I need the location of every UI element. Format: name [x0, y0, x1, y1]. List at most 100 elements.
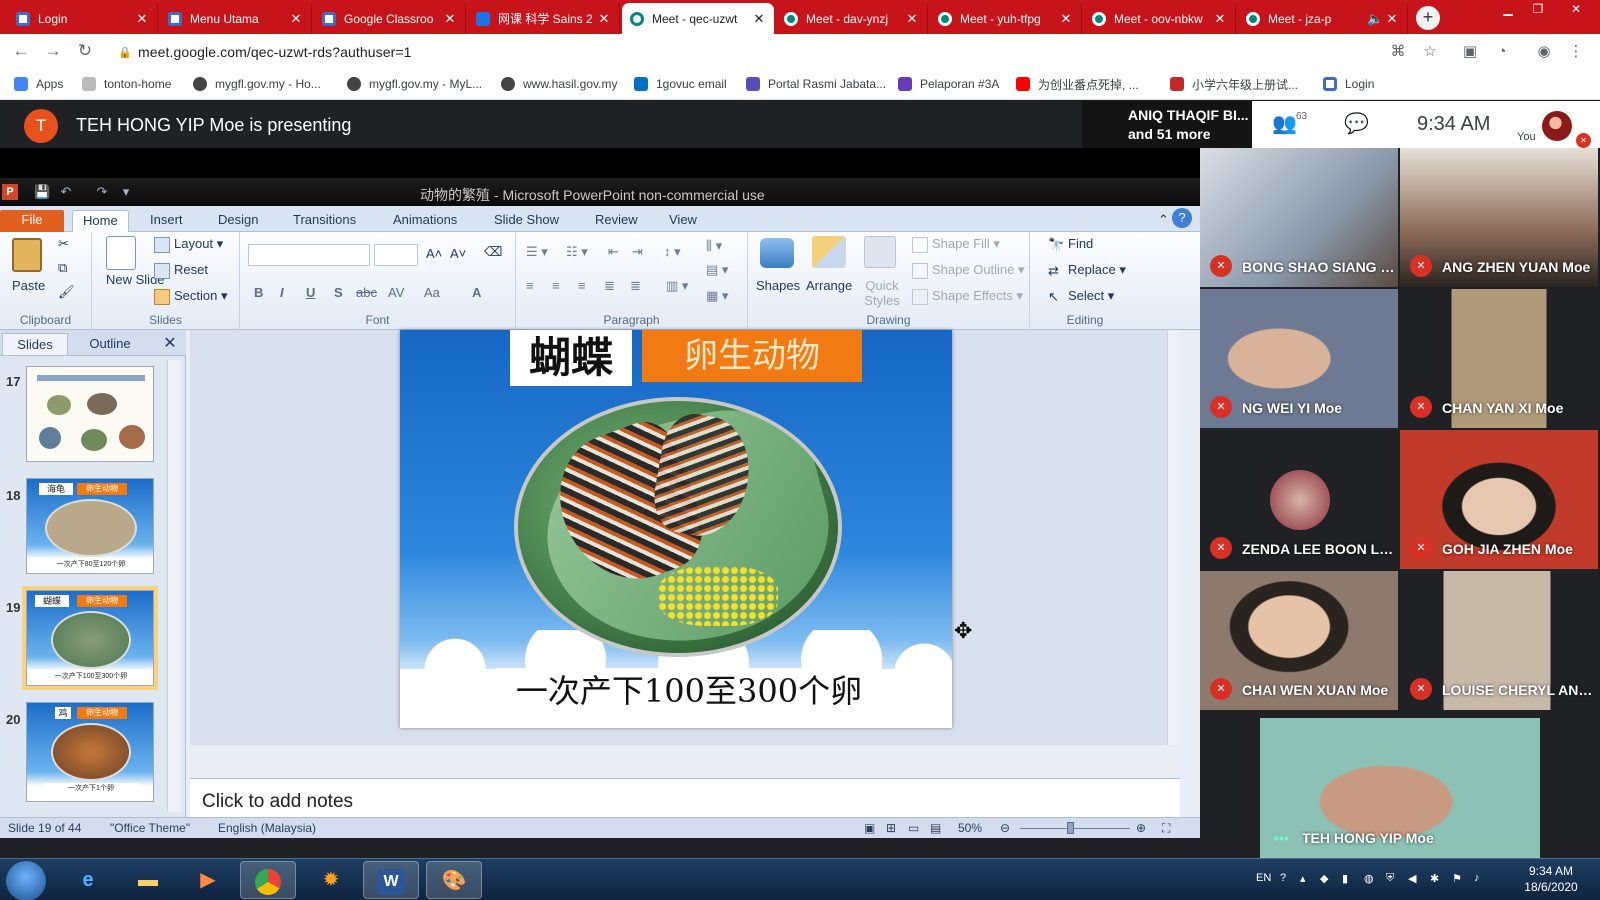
participant-tile[interactable]: ✕ CHAI WEN XUAN Moe	[1200, 571, 1398, 710]
tab-file[interactable]: File	[0, 210, 64, 232]
tab-slide-show[interactable]: Slide Show	[484, 210, 569, 232]
browser-tab-meet-4[interactable]: Meet - oov-nbkw ✕	[1084, 3, 1236, 34]
text-direction-icon[interactable]: ⫼ ▾	[706, 238, 722, 254]
paste-button[interactable]: Paste	[12, 278, 45, 293]
shrink-font-icon[interactable]: A˅	[450, 246, 466, 261]
zoom-level[interactable]: 50%	[958, 821, 982, 835]
bookmark-1govuc[interactable]: 1govuc email	[634, 75, 727, 93]
zoom-slider-thumb[interactable]	[1066, 822, 1074, 834]
language-indicator[interactable]: EN	[1256, 872, 1271, 884]
paste-icon[interactable]	[12, 238, 42, 272]
zoom-out-icon[interactable]: ⊖	[1000, 821, 1010, 835]
cast-icon[interactable]: ▣	[1460, 42, 1480, 62]
close-icon[interactable]: ✕	[752, 11, 766, 27]
clear-format-icon[interactable]: ⌫	[484, 244, 502, 260]
close-icon[interactable]: ✕	[443, 11, 457, 27]
butterfly-photo-frame[interactable]	[514, 397, 842, 657]
extension-icon[interactable]: ◔	[1492, 42, 1512, 62]
quick-styles-button[interactable]: Quick Styles	[860, 278, 904, 308]
underline-button[interactable]: U	[306, 285, 315, 300]
editor-scrollbar[interactable]	[1167, 330, 1180, 745]
sun-settings-icon[interactable]: ✹	[303, 861, 359, 899]
speaker-icon[interactable]: ♪	[1474, 872, 1480, 884]
font-size-combo[interactable]	[374, 244, 418, 266]
char-spacing-button[interactable]: AV	[388, 285, 404, 300]
tab-review[interactable]: Review	[585, 210, 648, 232]
media-player-icon[interactable]: ▶	[180, 861, 236, 899]
current-slide[interactable]: 蝴蝶 卵生动物 一次产下100至300个卵	[400, 330, 952, 728]
quick-styles-icon[interactable]	[864, 236, 896, 268]
shapes-button[interactable]: Shapes	[756, 278, 800, 293]
slide-sorter-icon[interactable]: ⊞	[886, 821, 896, 835]
align-center-icon[interactable]: ≡	[552, 278, 560, 293]
start-button[interactable]	[6, 861, 46, 900]
translate-icon[interactable]: ⌘	[1388, 42, 1408, 62]
chrome-tray-icon[interactable]: ◍	[1364, 872, 1374, 885]
find-button[interactable]: 🔭 Find	[1048, 236, 1093, 253]
customize-qat-icon[interactable]: ▾	[118, 184, 134, 200]
notes-placeholder[interactable]: Click to add notes	[202, 791, 353, 813]
bookmark-tonton[interactable]: tonton-home	[82, 75, 171, 93]
forward-icon[interactable]: →	[42, 40, 64, 62]
back-icon[interactable]: ←	[10, 40, 32, 62]
slide-thumbnail[interactable]: 鸡 卵生动物 一次产下1个卵	[26, 702, 154, 802]
tab-outline[interactable]: Outline	[76, 333, 144, 355]
new-slide-icon[interactable]	[106, 236, 136, 270]
zoom-in-icon[interactable]: ⊕	[1136, 821, 1146, 835]
bookmark-pelaporan[interactable]: Pelaporan #3A	[898, 75, 999, 93]
participant-tile[interactable]: ✕ LOUISE CHERYL ANG LI...	[1400, 571, 1598, 710]
participant-tile[interactable]: ✕ ZENDA LEE BOON LIAN...	[1200, 430, 1398, 569]
zoom-slider[interactable]	[1020, 828, 1130, 829]
bookmark-youtube[interactable]: 为创业番点死掉, ...	[1016, 75, 1139, 93]
bookmark-hasil[interactable]: www.hasil.gov.my	[501, 75, 617, 93]
new-tab-button[interactable]: +	[1416, 6, 1440, 30]
volume-muted-icon[interactable]: ◀	[1408, 872, 1416, 885]
bookmark-apps[interactable]: Apps	[14, 75, 63, 93]
participant-tile[interactable]: ✕ ANG ZHEN YUAN Moe	[1400, 148, 1598, 287]
restore-icon[interactable]: ❐	[1524, 0, 1552, 20]
smartart-icon[interactable]: ▦ ▾	[706, 288, 728, 304]
format-painter-icon[interactable]: 🖌	[58, 284, 75, 300]
show-hidden-icons[interactable]: ▴	[1300, 872, 1306, 885]
tab-home[interactable]: Home	[72, 210, 129, 232]
fit-to-window-icon[interactable]: ⛶	[1162, 821, 1170, 836]
help-tray-icon[interactable]: ?	[1280, 872, 1286, 884]
replace-button[interactable]: ⇄ Replace ▾	[1048, 262, 1126, 279]
language-status[interactable]: English (Malaysia)	[218, 821, 316, 835]
shape-fill-button[interactable]: Shape Fill ▾	[912, 236, 1000, 253]
menu-kebab-icon[interactable]: ⋮	[1566, 42, 1586, 62]
action-center-flag-icon[interactable]: ⚑	[1452, 872, 1462, 885]
change-case-button[interactable]: Aa	[424, 285, 440, 300]
select-button[interactable]: ↖ Select ▾	[1048, 288, 1114, 305]
people-icon[interactable]: 👥	[1272, 111, 1297, 136]
align-left-icon[interactable]: ≡	[526, 278, 534, 293]
browser-tab-meet-5[interactable]: Meet - jza-p 🔈 ✕	[1238, 3, 1408, 34]
font-name-combo[interactable]	[248, 244, 370, 266]
close-icon[interactable]: ✕	[905, 11, 919, 27]
increase-indent-icon[interactable]: ⇥	[632, 244, 643, 260]
strikethrough-button[interactable]: abc	[356, 285, 377, 300]
justify-icon[interactable]: ≣	[604, 278, 615, 294]
line-spacing-icon[interactable]: ↕ ▾	[664, 244, 681, 260]
tab-slides[interactable]: Slides	[2, 333, 68, 355]
layout-button[interactable]: Layout ▾	[154, 236, 223, 253]
close-icon[interactable]: ✕	[1213, 11, 1227, 27]
participant-tile[interactable]: ✕ CHAN YAN XI Moe	[1400, 289, 1598, 428]
slide-thumbnail[interactable]	[26, 366, 154, 462]
slideshow-icon[interactable]: ▤	[930, 821, 941, 835]
reload-icon[interactable]: ↻	[74, 40, 96, 62]
align-text-icon[interactable]: ▤ ▾	[706, 262, 728, 278]
slide-title[interactable]: 蝴蝶	[510, 330, 632, 386]
close-icon[interactable]: ✕	[1059, 11, 1073, 27]
reset-button[interactable]: Reset	[154, 262, 208, 279]
browser-tab-google-classroom[interactable]: Google Classroo ✕	[314, 3, 466, 34]
participant-tile[interactable]: ✕ BONG SHAO SIANG Moe	[1200, 148, 1398, 287]
grow-font-icon[interactable]: A˄	[426, 246, 442, 261]
tab-transitions[interactable]: Transitions	[283, 210, 366, 232]
arrange-icon[interactable]	[812, 236, 846, 268]
bookmark-doc88[interactable]: 小学六年级上册试...	[1170, 75, 1298, 93]
network-icon[interactable]: ▮	[1342, 872, 1348, 885]
shape-outline-button[interactable]: Shape Outline ▾	[912, 262, 1025, 279]
chrome-icon[interactable]	[240, 861, 296, 899]
normal-view-icon[interactable]: ▣	[864, 821, 875, 835]
